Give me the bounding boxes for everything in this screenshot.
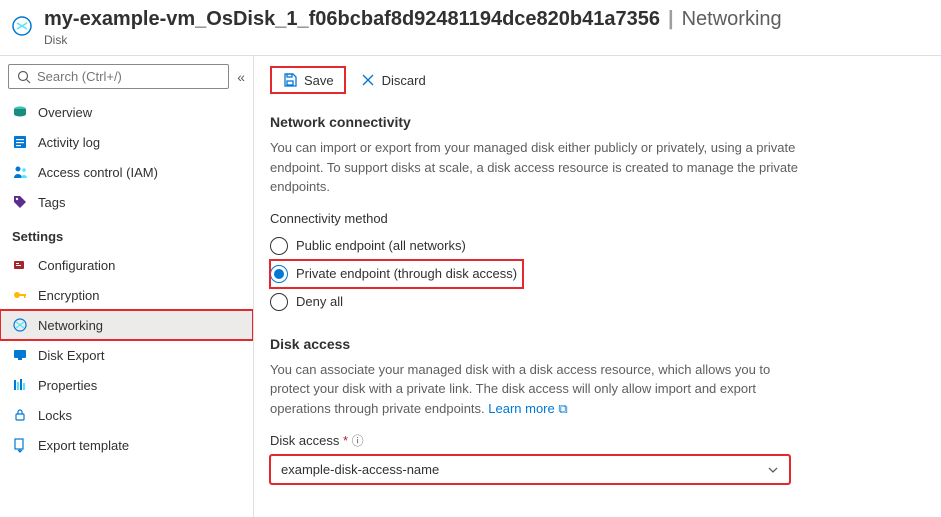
networking-icon [12,317,28,333]
sidebar-label: Networking [38,318,103,333]
learn-more-link[interactable]: Learn more ⧉ [488,401,567,416]
page-header: my-example-vm_OsDisk_1_f06bcbaf8d9248119… [0,0,941,56]
sidebar-item-configuration[interactable]: Configuration [0,250,253,280]
discard-label: Discard [382,73,426,88]
sidebar-label: Access control (IAM) [38,165,158,180]
sidebar-label: Locks [38,408,72,423]
sidebar-item-access-control[interactable]: Access control (IAM) [0,157,253,187]
sidebar-item-export-template[interactable]: Export template [0,430,253,460]
save-icon [282,72,298,88]
radio-label: Deny all [296,294,343,309]
save-button[interactable]: Save [272,68,344,92]
disk-export-icon [12,347,28,363]
discard-icon [360,72,376,88]
disk-icon [12,104,28,120]
sidebar: « Overview Activity log Access control (… [0,56,254,517]
radio-label: Public endpoint (all networks) [296,238,466,253]
sidebar-section-settings: Settings [0,217,253,250]
sidebar-label: Properties [38,378,97,393]
sidebar-item-activity-log[interactable]: Activity log [0,127,253,157]
connectivity-method-label: Connectivity method [270,211,925,226]
configuration-icon [12,257,28,273]
sidebar-label: Activity log [38,135,100,150]
disk-access-field-label: Disk access * ⓘ [270,432,925,449]
disk-resource-icon [8,12,36,40]
radio-icon [270,293,288,311]
search-icon [17,70,31,84]
radio-public-endpoint[interactable]: Public endpoint (all networks) [270,232,925,260]
activity-log-icon [12,134,28,150]
properties-icon [12,377,28,393]
connectivity-desc: You can import or export from your manag… [270,138,810,197]
sidebar-item-networking[interactable]: Networking [0,310,253,340]
sidebar-search[interactable] [8,64,229,89]
external-link-icon: ⧉ [558,401,567,416]
sidebar-item-overview[interactable]: Overview [0,97,253,127]
resource-type-label: Disk [44,33,929,47]
sidebar-label: Disk Export [38,348,104,363]
toolbar: Save Discard [270,66,925,94]
sidebar-label: Overview [38,105,92,120]
export-template-icon [12,437,28,453]
page-title: my-example-vm_OsDisk_1_f06bcbaf8d9248119… [44,8,929,31]
sidebar-label: Encryption [38,288,99,303]
chevron-down-icon [767,464,779,476]
select-value: example-disk-access-name [281,462,439,477]
radio-icon [270,265,288,283]
required-indicator: * [343,433,348,448]
radio-private-endpoint[interactable]: Private endpoint (through disk access) [270,260,523,288]
disk-access-desc: You can associate your managed disk with… [270,360,810,419]
sidebar-item-encryption[interactable]: Encryption [0,280,253,310]
radio-icon [270,237,288,255]
access-control-icon [12,164,28,180]
disk-access-title: Disk access [270,336,925,352]
sidebar-item-tags[interactable]: Tags [0,187,253,217]
search-input[interactable] [37,69,220,84]
connectivity-radio-group: Public endpoint (all networks) Private e… [270,232,925,316]
radio-label: Private endpoint (through disk access) [296,266,517,281]
info-icon[interactable]: ⓘ [352,434,364,448]
tags-icon [12,194,28,210]
connectivity-title: Network connectivity [270,114,925,130]
collapse-sidebar-button[interactable]: « [237,69,245,85]
sidebar-item-locks[interactable]: Locks [0,400,253,430]
sidebar-label: Export template [38,438,129,453]
sidebar-item-disk-export[interactable]: Disk Export [0,340,253,370]
sidebar-label: Configuration [38,258,115,273]
lock-icon [12,407,28,423]
discard-button[interactable]: Discard [350,66,436,94]
disk-access-select[interactable]: example-disk-access-name [270,455,790,484]
encryption-icon [12,287,28,303]
radio-deny-all[interactable]: Deny all [270,288,925,316]
save-label: Save [304,73,334,88]
main-content: Save Discard Network connectivity You ca… [254,56,941,517]
sidebar-item-properties[interactable]: Properties [0,370,253,400]
sidebar-label: Tags [38,195,65,210]
